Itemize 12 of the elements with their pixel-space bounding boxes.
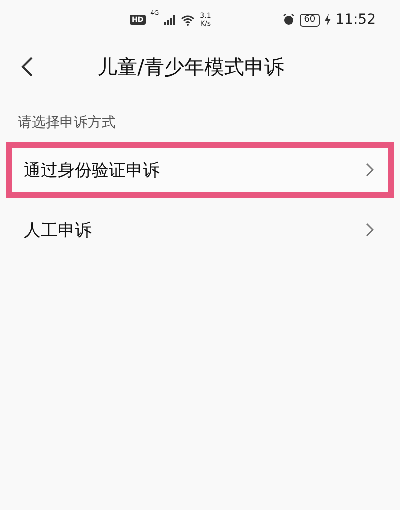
back-icon[interactable] <box>20 56 34 78</box>
clock-time: 11:52 <box>336 12 376 28</box>
signal-icon <box>164 15 176 25</box>
battery-level: 60 <box>300 14 320 26</box>
chevron-icon <box>366 223 374 237</box>
alarm-icon <box>283 14 296 26</box>
page-title: 儿童/青少年模式申诉 <box>96 54 286 80</box>
chevron-icon <box>366 163 374 177</box>
wifi-icon <box>181 14 196 26</box>
menu-item[interactable]: 通过身份验证申诉 <box>6 142 394 198</box>
charging-icon <box>324 14 331 26</box>
section-label: 请选择申诉方式 <box>17 114 117 133</box>
